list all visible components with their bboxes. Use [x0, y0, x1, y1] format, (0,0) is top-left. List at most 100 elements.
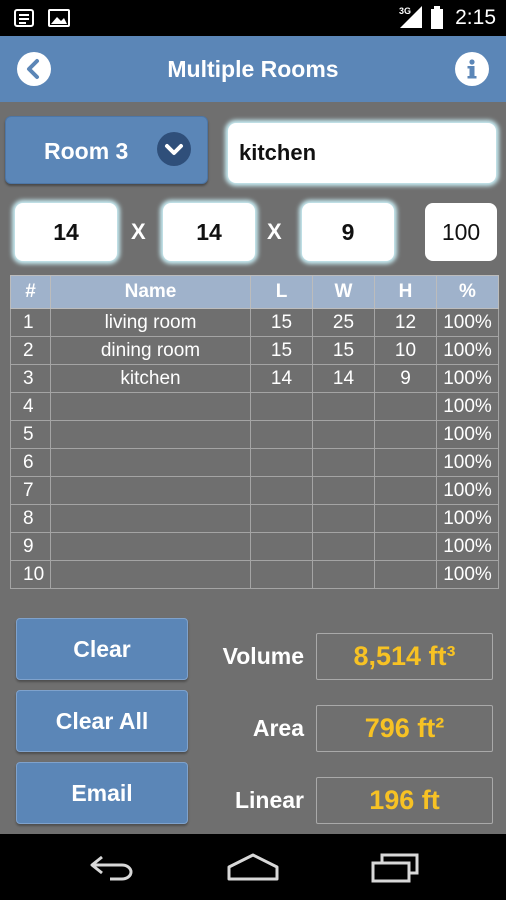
- table-cell: [374, 420, 437, 449]
- column-header: H: [374, 275, 437, 309]
- table-row[interactable]: 2 dining room 15 15 10 100%: [10, 336, 499, 365]
- recents-nav-icon[interactable]: [370, 851, 420, 888]
- table-cell: 3: [10, 364, 51, 393]
- table-cell: [312, 420, 375, 449]
- status-time: 2:15: [455, 6, 496, 29]
- table-cell: [50, 476, 251, 505]
- table-cell: [50, 448, 251, 477]
- height-input[interactable]: [302, 203, 394, 261]
- table-cell: 4: [10, 392, 51, 421]
- table-cell: 100%: [436, 504, 499, 533]
- table-cell: 6: [10, 448, 51, 477]
- table-cell: [312, 392, 375, 421]
- notification-list-icon: [14, 9, 34, 32]
- column-header: #: [10, 275, 51, 309]
- dimension-separator: X: [267, 219, 282, 244]
- table-cell: 15: [250, 308, 313, 337]
- table-row[interactable]: 7 100%: [10, 476, 499, 505]
- room-name-input[interactable]: [228, 123, 496, 183]
- table-cell: [250, 504, 313, 533]
- column-header: Name: [50, 275, 251, 309]
- table-cell: [50, 420, 251, 449]
- table-cell: 12: [374, 308, 437, 337]
- table-row[interactable]: 6 100%: [10, 448, 499, 477]
- table-cell: 100%: [436, 336, 499, 365]
- width-input[interactable]: [163, 203, 255, 261]
- table-cell: 100%: [436, 308, 499, 337]
- table-cell: [374, 448, 437, 477]
- clear-all-button[interactable]: Clear All: [16, 690, 188, 752]
- table-header-row: # Name L W H %: [10, 275, 499, 309]
- dimension-separator: X: [131, 219, 146, 244]
- area-value: 796 ft²: [316, 705, 493, 752]
- column-header: %: [436, 275, 499, 309]
- table-cell: 10: [374, 336, 437, 365]
- length-input[interactable]: [15, 203, 117, 261]
- table-cell: [250, 392, 313, 421]
- table-cell: [50, 532, 251, 561]
- clear-button[interactable]: Clear: [16, 618, 188, 680]
- table-cell: [250, 560, 313, 589]
- table-cell: 15: [250, 336, 313, 365]
- table-row[interactable]: 3 kitchen 14 14 9 100%: [10, 364, 499, 393]
- table-cell: [312, 476, 375, 505]
- table-cell: 7: [10, 476, 51, 505]
- signal-3g-icon: 3G: [398, 5, 424, 34]
- table-cell: 100%: [436, 392, 499, 421]
- table-cell: 100%: [436, 560, 499, 589]
- main-content: Room 3 X X # Name L W H % 1 living roo: [0, 102, 506, 834]
- table-cell: [250, 476, 313, 505]
- table-cell: 100%: [436, 420, 499, 449]
- table-cell: [374, 476, 437, 505]
- table-cell: [374, 504, 437, 533]
- table-cell: [50, 560, 251, 589]
- table-cell: [50, 504, 251, 533]
- column-header: W: [312, 275, 375, 309]
- rooms-table: # Name L W H % 1 living room 15 25 12 10…: [10, 275, 499, 589]
- table-cell: 10: [10, 560, 51, 589]
- info-icon: [467, 59, 477, 79]
- table-cell: dining room: [50, 336, 251, 365]
- table-row[interactable]: 10 100%: [10, 560, 499, 589]
- table-cell: [374, 560, 437, 589]
- info-button[interactable]: [455, 52, 489, 86]
- table-cell: 1: [10, 308, 51, 337]
- table-cell: 5: [10, 420, 51, 449]
- table-cell: [374, 532, 437, 561]
- table-row[interactable]: 4 100%: [10, 392, 499, 421]
- table-cell: [250, 420, 313, 449]
- table-cell: 100%: [436, 532, 499, 561]
- table-cell: kitchen: [50, 364, 251, 393]
- table-cell: 8: [10, 504, 51, 533]
- linear-label: Linear: [234, 787, 304, 813]
- table-cell: 100%: [436, 448, 499, 477]
- volume-value: 8,514 ft³: [316, 633, 493, 680]
- table-row[interactable]: 1 living room 15 25 12 100%: [10, 308, 499, 337]
- table-row[interactable]: 8 100%: [10, 504, 499, 533]
- table-cell: 9: [374, 364, 437, 393]
- home-nav-icon[interactable]: [226, 851, 280, 888]
- room-selector-label: Room 3: [44, 138, 129, 164]
- email-button[interactable]: Email: [16, 762, 188, 824]
- status-bar: 3G 2:15: [0, 0, 506, 36]
- battery-icon: [430, 6, 444, 35]
- table-row[interactable]: 9 100%: [10, 532, 499, 561]
- table-cell: [312, 560, 375, 589]
- table-cell: [250, 448, 313, 477]
- table-cell: 100%: [436, 364, 499, 393]
- svg-text:3G: 3G: [399, 6, 411, 16]
- table-cell: 100%: [436, 476, 499, 505]
- back-nav-icon[interactable]: [88, 851, 136, 888]
- table-cell: [374, 392, 437, 421]
- table-row[interactable]: 5 100%: [10, 420, 499, 449]
- image-notification-icon: [48, 9, 70, 32]
- chevron-down-icon: [157, 132, 191, 166]
- percent-input[interactable]: [425, 203, 497, 261]
- system-nav-bar: [0, 834, 506, 900]
- table-cell: [312, 532, 375, 561]
- app-bar: Multiple Rooms: [0, 36, 506, 102]
- table-cell: 15: [312, 336, 375, 365]
- room-selector[interactable]: Room 3: [5, 116, 208, 184]
- table-cell: 9: [10, 532, 51, 561]
- table-cell: [312, 504, 375, 533]
